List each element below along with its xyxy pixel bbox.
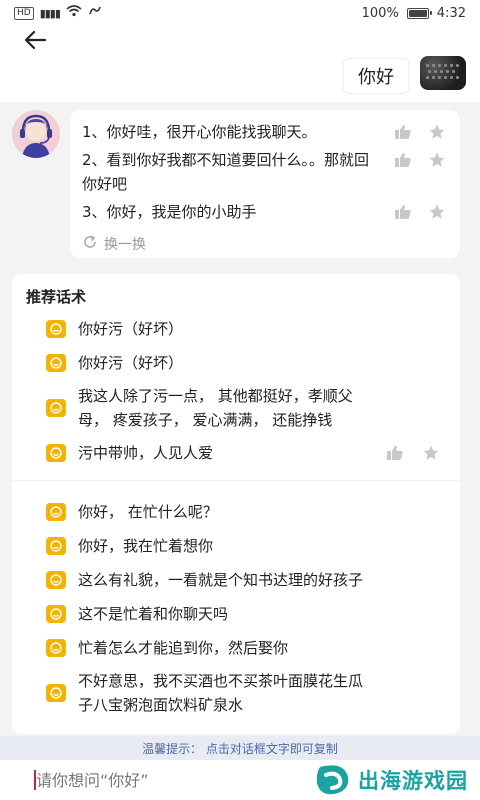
thumbs-up-icon[interactable] bbox=[392, 149, 414, 171]
tip-text: 温馨提示： 点击对话框文字即可复制 bbox=[142, 741, 338, 756]
phrase-item[interactable]: 这不是忙着和你聊天吗 bbox=[46, 599, 446, 629]
battery-fill bbox=[408, 9, 427, 17]
user-message-bubble[interactable]: 你好 bbox=[344, 59, 408, 93]
top-bar bbox=[0, 26, 480, 56]
thumbs-up-icon[interactable] bbox=[392, 121, 414, 143]
signal-icon: ▮▮▮▮ bbox=[39, 6, 61, 20]
phrase-item[interactable]: 这么有礼貌，一看就是个知书达理的好孩子 bbox=[46, 565, 446, 595]
recommended-title: 推荐话术 bbox=[26, 288, 87, 306]
assistant-reply-card: 1、你好哇，很开心你能找我聊天。 2、看到你好我都不知道要回什么。。那就回你好吧… bbox=[70, 110, 460, 258]
phrase-item[interactable]: 你好， 在忙什么呢？ bbox=[46, 497, 446, 527]
user-avatar bbox=[420, 56, 466, 90]
answer-text: 3、你好，我是你的小助手 bbox=[82, 203, 257, 221]
answer-item[interactable]: 3、你好，我是你的小助手 bbox=[82, 200, 448, 224]
smile-icon bbox=[46, 639, 66, 657]
phrase-text: 忙着怎么才能追到你，然后娶你 bbox=[78, 639, 289, 657]
smile-icon bbox=[46, 399, 66, 417]
status-bar: HD ▮▮▮▮ 100% 4:32 bbox=[0, 0, 480, 26]
watermark-logo-icon bbox=[314, 763, 352, 797]
phrase-text: 我这人除了污一点， 其他都挺好，孝顺父母， 疼爱孩子， 爱心满满， 还能挣钱 bbox=[78, 387, 353, 429]
answer-actions bbox=[392, 149, 448, 171]
answer-text: 2、看到你好我都不知道要回什么。。那就回你好吧 bbox=[82, 151, 370, 193]
star-icon[interactable] bbox=[426, 121, 448, 143]
smile-icon bbox=[46, 503, 66, 521]
phrase-text: 污中带帅，人见人爱 bbox=[78, 444, 214, 462]
phrase-item[interactable]: 你好污（好坏） bbox=[46, 314, 446, 344]
recommended-list: 你好污（好坏） 你好污（好坏） 我这人除了污一点， 其他都挺好，孝顺父母， 疼爱… bbox=[12, 314, 460, 719]
phrase-text: 这不是忙着和你聊天吗 bbox=[78, 605, 229, 623]
phrase-text: 不好意思，我不买酒也不买茶叶面膜花生瓜子八宝粥泡面饮料矿泉水 bbox=[78, 672, 364, 714]
network-badge: HD bbox=[14, 6, 34, 20]
question-input[interactable] bbox=[36, 766, 286, 794]
back-button[interactable] bbox=[18, 28, 52, 56]
phrase-item[interactable]: 不好意思，我不买酒也不买茶叶面膜花生瓜子八宝粥泡面饮料矿泉水 bbox=[46, 667, 446, 719]
answer-actions bbox=[392, 201, 448, 223]
phrase-group: 你好， 在忙什么呢？ 你好，我在忙着想你 这么有礼貌，一看就是个知书达理的好孩子… bbox=[12, 480, 460, 719]
clock: 4:32 bbox=[436, 5, 466, 21]
refresh-label: 换一换 bbox=[104, 237, 146, 253]
smile-icon bbox=[46, 354, 66, 372]
phrase-text: 你好，我在忙着想你 bbox=[78, 537, 214, 555]
battery-icon bbox=[406, 7, 432, 19]
phrase-group: 你好污（好坏） 你好污（好坏） 我这人除了污一点， 其他都挺好，孝顺父母， 疼爱… bbox=[12, 314, 460, 464]
assistant-avatar bbox=[12, 110, 60, 158]
input-bar: 出海游戏园 bbox=[0, 760, 480, 800]
star-icon[interactable] bbox=[426, 149, 448, 171]
tip-bar: 温馨提示： 点击对话框文字即可复制 bbox=[0, 736, 480, 760]
phrase-text: 你好， 在忙什么呢？ bbox=[78, 503, 218, 521]
thumbs-up-icon[interactable] bbox=[392, 201, 414, 223]
phrase-text: 你好污（好坏） bbox=[78, 320, 184, 338]
user-message-row: 你好 bbox=[0, 56, 480, 102]
phrase-item[interactable]: 你好，我在忙着想你 bbox=[46, 531, 446, 561]
smile-icon bbox=[46, 444, 66, 462]
phrase-text: 你好污（好坏） bbox=[78, 354, 184, 372]
phrase-item[interactable]: 污中带帅，人见人爱 bbox=[46, 438, 446, 468]
user-message-text: 你好 bbox=[358, 67, 394, 88]
answer-actions bbox=[392, 121, 448, 143]
answer-item[interactable]: 2、看到你好我都不知道要回什么。。那就回你好吧 bbox=[82, 148, 448, 196]
phrase-text: 这么有礼貌，一看就是个知书达理的好孩子 bbox=[78, 571, 364, 589]
smile-icon bbox=[46, 320, 66, 338]
watermark: 出海游戏园 bbox=[314, 760, 468, 800]
smile-icon bbox=[46, 684, 66, 702]
phrase-item[interactable]: 忙着怎么才能追到你，然后娶你 bbox=[46, 633, 446, 663]
back-arrow-icon bbox=[23, 30, 47, 54]
phrase-item[interactable]: 我这人除了污一点， 其他都挺好，孝顺父母， 疼爱孩子， 爱心满满， 还能挣钱 bbox=[46, 382, 446, 434]
recommended-phrases-card: 推荐话术 你好污（好坏） 你好污（好坏） 我这人除了污一点， 其他都挺好，孝顺父… bbox=[12, 274, 460, 734]
answer-text: 1、你好哇，很开心你能找我聊天。 bbox=[82, 123, 317, 141]
battery-percent: 100% bbox=[361, 5, 399, 21]
status-right: 100% 4:32 bbox=[362, 6, 466, 21]
refresh-icon bbox=[82, 234, 98, 254]
smile-icon bbox=[46, 605, 66, 623]
refresh-button[interactable]: 换一换 bbox=[82, 234, 448, 254]
notification-icon bbox=[88, 5, 102, 21]
wifi-icon bbox=[66, 5, 82, 21]
smile-icon bbox=[46, 537, 66, 555]
answer-item[interactable]: 1、你好哇，很开心你能找我聊天。 bbox=[82, 120, 448, 144]
smile-icon bbox=[46, 571, 66, 589]
star-icon[interactable] bbox=[426, 201, 448, 223]
watermark-text: 出海游戏园 bbox=[358, 769, 468, 793]
assistant-headset-icon bbox=[20, 114, 52, 158]
status-left: HD ▮▮▮▮ bbox=[14, 5, 102, 21]
phrase-item[interactable]: 你好污（好坏） bbox=[46, 348, 446, 378]
